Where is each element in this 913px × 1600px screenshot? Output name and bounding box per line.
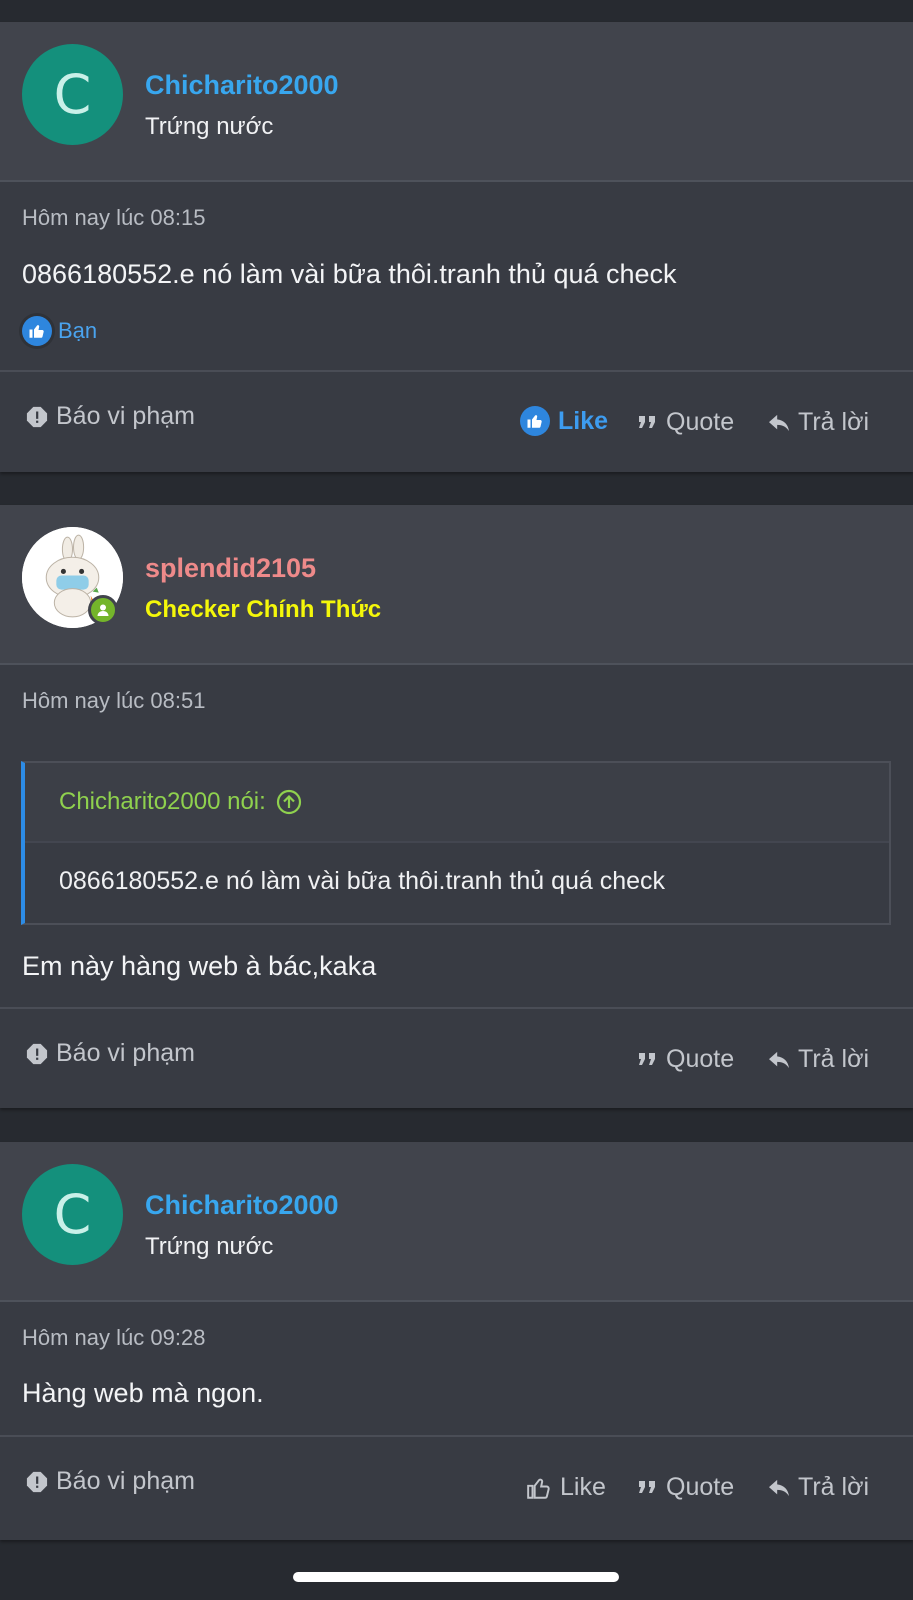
reply-button[interactable]: Trả lời xyxy=(768,408,869,437)
post-timestamp[interactable]: Hôm nay lúc 09:28 xyxy=(22,1325,205,1351)
username[interactable]: Chicharito2000 xyxy=(145,1188,339,1222)
post-header: C Chicharito2000 Trứng nước xyxy=(0,1142,913,1302)
reply-button[interactable]: Trả lời xyxy=(768,1473,869,1502)
like-label: Like xyxy=(560,1473,606,1501)
avatar-letter: C xyxy=(53,63,92,126)
quote-text: 0866180552.e nó làm vài bữa thôi.tranh t… xyxy=(59,867,666,895)
user-title: Checker Chính Thức xyxy=(145,596,382,623)
report-label: Báo vi phạm xyxy=(56,1039,195,1067)
quote-block: Chicharito2000 nói: 0866180552.e nó làm … xyxy=(21,761,891,925)
like-icon xyxy=(520,406,550,436)
reply-label: Trả lời xyxy=(798,1473,870,1501)
report-label: Báo vi phạm xyxy=(56,1467,195,1495)
post-message: Hàng web mà ngon. xyxy=(22,1378,264,1408)
username[interactable]: splendid2105 xyxy=(145,551,316,585)
thumbs-up-outline-icon xyxy=(527,1478,550,1499)
quote-button[interactable]: Quote xyxy=(638,408,734,437)
post-footer: Báo vi phạm Like Quote Trả lời xyxy=(0,1435,913,1541)
avatar[interactable]: C xyxy=(22,44,123,145)
reaction-label: Bạn xyxy=(58,318,98,343)
quote-label: Quote xyxy=(666,1045,735,1073)
post-3: C Chicharito2000 Trứng nước Hôm nay lúc … xyxy=(0,1142,913,1540)
quote-icon xyxy=(639,1052,655,1065)
avatar[interactable]: C xyxy=(22,1164,123,1265)
post-footer: Báo vi phạm Like Quote Trả lời xyxy=(0,370,913,472)
avatar-letter: C xyxy=(53,1183,92,1246)
user-title: Trứng nước xyxy=(145,1233,274,1260)
alert-icon xyxy=(26,1043,48,1064)
reply-label: Trả lời xyxy=(798,408,870,436)
home-indicator[interactable] xyxy=(293,1572,619,1582)
jump-up-arrow-icon[interactable] xyxy=(276,789,302,815)
like-button[interactable]: Like xyxy=(520,406,608,436)
post-footer: Báo vi phạm Quote Trả lời xyxy=(0,1007,913,1109)
reply-arrow-icon xyxy=(769,1479,789,1496)
like-label: Like xyxy=(558,406,609,435)
post-header: C Chicharito2000 Trứng nước xyxy=(0,22,913,182)
quote-icon xyxy=(639,415,655,428)
post-message: Em này hàng web à bác,kaka xyxy=(22,951,377,981)
quote-icon xyxy=(639,1480,655,1493)
post-header: splendid2105 Checker Chính Thức xyxy=(0,505,913,665)
quote-button[interactable]: Quote xyxy=(638,1473,734,1502)
alert-icon xyxy=(26,406,48,427)
report-button[interactable]: Báo vi phạm xyxy=(26,402,195,431)
post-timestamp[interactable]: Hôm nay lúc 08:15 xyxy=(22,205,205,231)
like-reaction-icon xyxy=(22,316,52,346)
username[interactable]: Chicharito2000 xyxy=(145,68,339,102)
user-icon xyxy=(97,604,109,616)
like-button[interactable]: Like xyxy=(526,1473,606,1502)
quote-label: Quote xyxy=(666,408,735,436)
report-label: Báo vi phạm xyxy=(56,402,195,430)
post-message: 0866180552.e nó làm vài bữa thôi.tranh t… xyxy=(22,259,677,289)
post-timestamp[interactable]: Hôm nay lúc 08:51 xyxy=(22,688,205,714)
post-1: C Chicharito2000 Trứng nước Hôm nay lúc … xyxy=(0,22,913,472)
reply-button[interactable]: Trả lời xyxy=(768,1045,869,1074)
thread-page: C Chicharito2000 Trứng nước Hôm nay lúc … xyxy=(0,0,913,1600)
reply-arrow-icon xyxy=(769,1051,789,1068)
user-title: Trứng nước xyxy=(145,113,274,140)
reply-label: Trả lời xyxy=(798,1045,870,1073)
quote-author: Chicharito2000 nói: xyxy=(59,788,266,815)
alert-icon xyxy=(26,1471,48,1492)
report-button[interactable]: Báo vi phạm xyxy=(26,1467,195,1496)
report-button[interactable]: Báo vi phạm xyxy=(26,1039,195,1068)
quote-header[interactable]: Chicharito2000 nói: xyxy=(25,763,889,843)
post-2: splendid2105 Checker Chính Thức Hôm nay … xyxy=(0,505,913,1108)
quote-label: Quote xyxy=(666,1473,735,1501)
quote-button[interactable]: Quote xyxy=(638,1045,734,1074)
reaction-summary[interactable]: Bạn xyxy=(22,316,97,346)
online-status-indicator xyxy=(88,595,118,625)
reply-arrow-icon xyxy=(769,414,789,431)
